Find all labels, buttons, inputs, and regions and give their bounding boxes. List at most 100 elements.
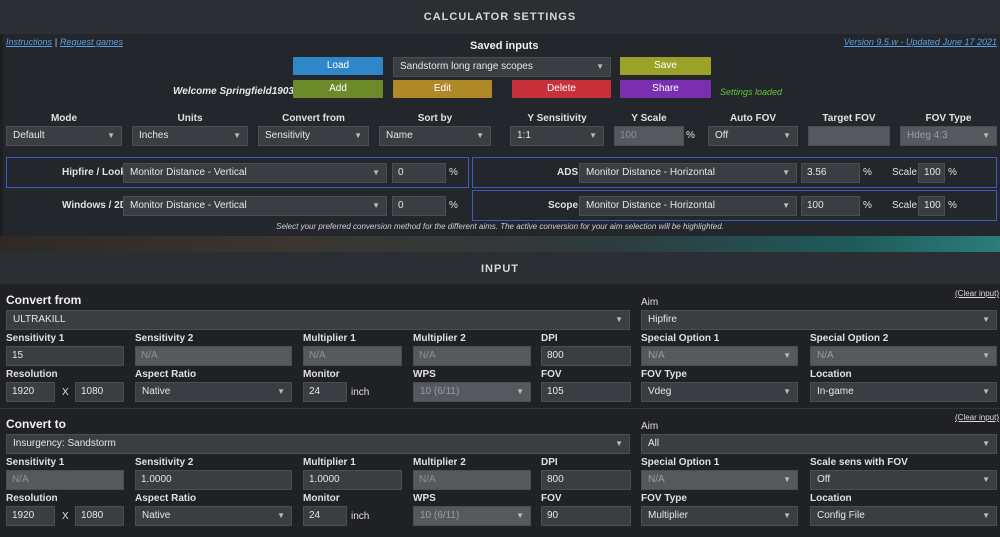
- chevron-down-icon: ▼: [783, 351, 791, 360]
- from-monitor-label: Monitor: [303, 369, 340, 380]
- edit-button[interactable]: Edit: [393, 80, 492, 98]
- from-aspect-value: Native: [142, 386, 171, 397]
- delete-button[interactable]: Delete: [512, 80, 611, 98]
- from-res-height-input[interactable]: 1080: [75, 382, 124, 402]
- add-button[interactable]: Add: [293, 80, 383, 98]
- chevron-down-icon: ▼: [516, 387, 524, 396]
- to-location-select[interactable]: Config File ▼: [810, 506, 997, 526]
- from-monitor-input[interactable]: 24: [303, 382, 347, 402]
- save-button[interactable]: Save: [620, 57, 711, 75]
- convert-from-value: Sensitivity: [265, 130, 311, 141]
- from-fov-input[interactable]: 105: [541, 382, 631, 402]
- to-res-height-input[interactable]: 1080: [75, 506, 124, 526]
- to-sens2-input[interactable]: 1.0000: [135, 470, 292, 490]
- to-aspect-select[interactable]: Native ▼: [135, 506, 292, 526]
- to-sens1-input[interactable]: N/A: [6, 470, 124, 490]
- from-wps-select[interactable]: 10 (6/11) ▼: [413, 382, 531, 402]
- to-wps-select[interactable]: 10 (6/11) ▼: [413, 506, 531, 526]
- chevron-down-icon: ▼: [982, 439, 990, 448]
- from-sp1-select[interactable]: N/A ▼: [641, 346, 798, 366]
- from-dpi-label: DPI: [541, 333, 558, 344]
- from-res-x: X: [62, 387, 69, 398]
- chevron-down-icon: ▼: [372, 201, 380, 210]
- ads-method-select[interactable]: Monitor Distance - Horizontal ▼: [579, 163, 797, 183]
- to-aspect-label: Aspect Ratio: [135, 493, 197, 504]
- sort-by-select[interactable]: Name ▼: [379, 126, 491, 146]
- y-sensitivity-select[interactable]: 1:1 ▼: [510, 126, 604, 146]
- y-sensitivity-label: Y Sensitivity: [527, 113, 587, 124]
- ads-scale-input[interactable]: 100: [918, 163, 945, 183]
- to-fovtype-value: Multiplier: [648, 510, 689, 521]
- to-aim-label: Aim: [641, 421, 659, 432]
- to-mult1-input[interactable]: 1.0000: [303, 470, 402, 490]
- to-fovtype-select[interactable]: Multiplier ▼: [641, 506, 798, 526]
- ads-value-input[interactable]: 3.56: [801, 163, 860, 183]
- chevron-down-icon: ▼: [982, 131, 990, 140]
- scope-scale-input[interactable]: 100: [918, 196, 945, 216]
- windows-value-input[interactable]: 0: [392, 196, 446, 216]
- saved-inputs-title: Saved inputs: [470, 40, 539, 52]
- y-scale-input[interactable]: 100: [614, 126, 684, 146]
- windows-method-value: Monitor Distance - Vertical: [130, 200, 247, 211]
- from-aim-label: Aim: [641, 297, 659, 308]
- from-location-select[interactable]: In-game ▼: [810, 382, 997, 402]
- from-sp2-select[interactable]: N/A ▼: [810, 346, 997, 366]
- scope-value-input[interactable]: 100: [801, 196, 860, 216]
- hipfire-method-select[interactable]: Monitor Distance - Vertical ▼: [123, 163, 387, 183]
- from-aspect-label: Aspect Ratio: [135, 369, 197, 380]
- to-game-select[interactable]: Insurgency: Sandstorm ▼: [6, 434, 630, 454]
- from-sens2-input[interactable]: N/A: [135, 346, 292, 366]
- convert-from-select[interactable]: Sensitivity ▼: [258, 126, 369, 146]
- top-links: Instructions | Request games: [6, 37, 123, 48]
- from-monitor-unit: inch: [351, 387, 370, 398]
- from-sens1-input[interactable]: 15: [6, 346, 124, 366]
- chevron-down-icon: ▼: [107, 131, 115, 140]
- to-scale-fov-select[interactable]: Off ▼: [810, 470, 997, 490]
- auto-fov-select[interactable]: Off ▼: [708, 126, 798, 146]
- share-button[interactable]: Share: [620, 80, 711, 98]
- to-aim-select[interactable]: All ▼: [641, 434, 997, 454]
- mode-select[interactable]: Default ▼: [6, 126, 122, 146]
- from-game-select[interactable]: ULTRAKILL ▼: [6, 310, 630, 330]
- target-fov-input[interactable]: [808, 126, 890, 146]
- hipfire-value-input[interactable]: 0: [392, 163, 446, 183]
- to-mult2-label: Multiplier 2: [413, 457, 466, 468]
- to-mult2-input[interactable]: N/A: [413, 470, 531, 490]
- link-separator: |: [54, 37, 58, 47]
- chevron-down-icon: ▼: [982, 315, 990, 324]
- to-dpi-input[interactable]: 800: [541, 470, 631, 490]
- to-monitor-input[interactable]: 24: [303, 506, 347, 526]
- request-games-link[interactable]: Request games: [60, 37, 123, 47]
- clear-input-to-link[interactable]: (Clear input): [955, 413, 999, 422]
- from-aim-select[interactable]: Hipfire ▼: [641, 310, 997, 330]
- from-res-width-input[interactable]: 1920: [6, 382, 55, 402]
- from-fovtype-select[interactable]: Vdeg ▼: [641, 382, 798, 402]
- instructions-link[interactable]: Instructions: [6, 37, 52, 47]
- from-aim-value: Hipfire: [648, 314, 677, 325]
- scope-method-select[interactable]: Monitor Distance - Horizontal ▼: [579, 196, 797, 216]
- from-mult2-input[interactable]: N/A: [413, 346, 531, 366]
- from-aspect-select[interactable]: Native ▼: [135, 382, 292, 402]
- windows-method-select[interactable]: Monitor Distance - Vertical ▼: [123, 196, 387, 216]
- from-mult1-input[interactable]: N/A: [303, 346, 402, 366]
- clear-input-from-link[interactable]: (Clear input): [955, 289, 999, 298]
- from-dpi-input[interactable]: 800: [541, 346, 631, 366]
- chevron-down-icon: ▼: [982, 511, 990, 520]
- convert-from-heading: Convert from: [6, 293, 82, 307]
- units-value: Inches: [139, 130, 169, 141]
- fov-type-select[interactable]: Hdeg 4:3 ▼: [900, 126, 997, 146]
- to-res-width-input[interactable]: 1920: [6, 506, 55, 526]
- from-res-label: Resolution: [6, 369, 58, 380]
- to-fovtype-label: FOV Type: [641, 493, 687, 504]
- load-button[interactable]: Load: [293, 57, 383, 75]
- scope-label: Scope: [548, 200, 579, 211]
- hipfire-label: Hipfire / Look: [62, 167, 126, 178]
- to-sp1-select[interactable]: N/A ▼: [641, 470, 798, 490]
- units-select[interactable]: Inches ▼: [132, 126, 248, 146]
- from-fovtype-label: FOV Type: [641, 369, 687, 380]
- version-link[interactable]: Version 9.5.w - Updated June 17 2021: [844, 37, 997, 47]
- chevron-down-icon: ▼: [982, 475, 990, 484]
- chevron-down-icon: ▼: [277, 387, 285, 396]
- saved-inputs-select[interactable]: Sandstorm long range scopes ▼: [393, 57, 611, 77]
- to-fov-input[interactable]: 90: [541, 506, 631, 526]
